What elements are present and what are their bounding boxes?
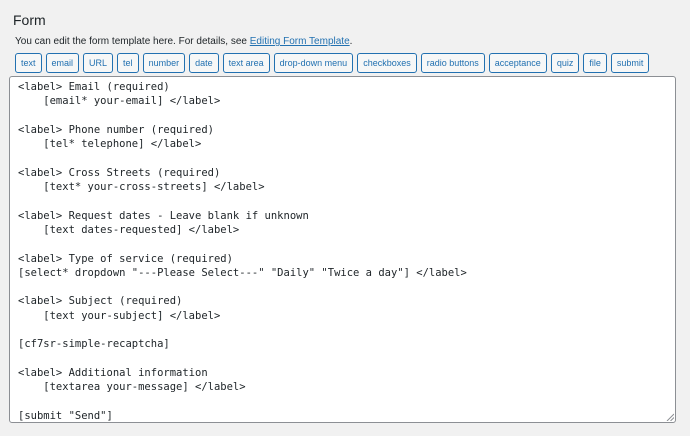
tag-button-tel[interactable]: tel [117,53,139,73]
tag-button-drop-down-menu[interactable]: drop-down menu [273,53,354,73]
resize-grip-icon[interactable] [666,413,674,421]
tag-button-text-area[interactable]: text area [222,53,270,73]
form-template-content[interactable]: <label> Email (required) [email* your-em… [18,80,667,422]
tag-button-submit[interactable]: submit [610,53,650,73]
tag-button-url[interactable]: URL [83,53,114,73]
tag-button-checkboxes[interactable]: checkboxes [357,53,417,73]
tag-button-date[interactable]: date [189,53,219,73]
tag-button-acceptance[interactable]: acceptance [488,53,547,73]
tag-button-email[interactable]: email [45,53,80,73]
tag-button-text[interactable]: text [15,53,42,73]
tag-button-file[interactable]: file [583,53,607,73]
tag-button-quiz[interactable]: quiz [550,53,580,73]
tag-generator-toolbar: text email URL tel number date text area… [15,53,650,73]
tag-button-number[interactable]: number [142,53,186,73]
editing-form-template-link[interactable]: Editing Form Template [250,36,350,47]
intro-description: You can edit the form template here. For… [15,36,250,47]
form-heading: Form [13,12,46,28]
intro-suffix: . [349,36,353,47]
form-template-textarea[interactable]: <label> Email (required) [email* your-em… [9,76,676,423]
intro-text: You can edit the form template here. For… [15,35,352,48]
tag-button-radio-buttons[interactable]: radio buttons [420,53,485,73]
form-editor-panel: Form You can edit the form template here… [0,0,690,436]
